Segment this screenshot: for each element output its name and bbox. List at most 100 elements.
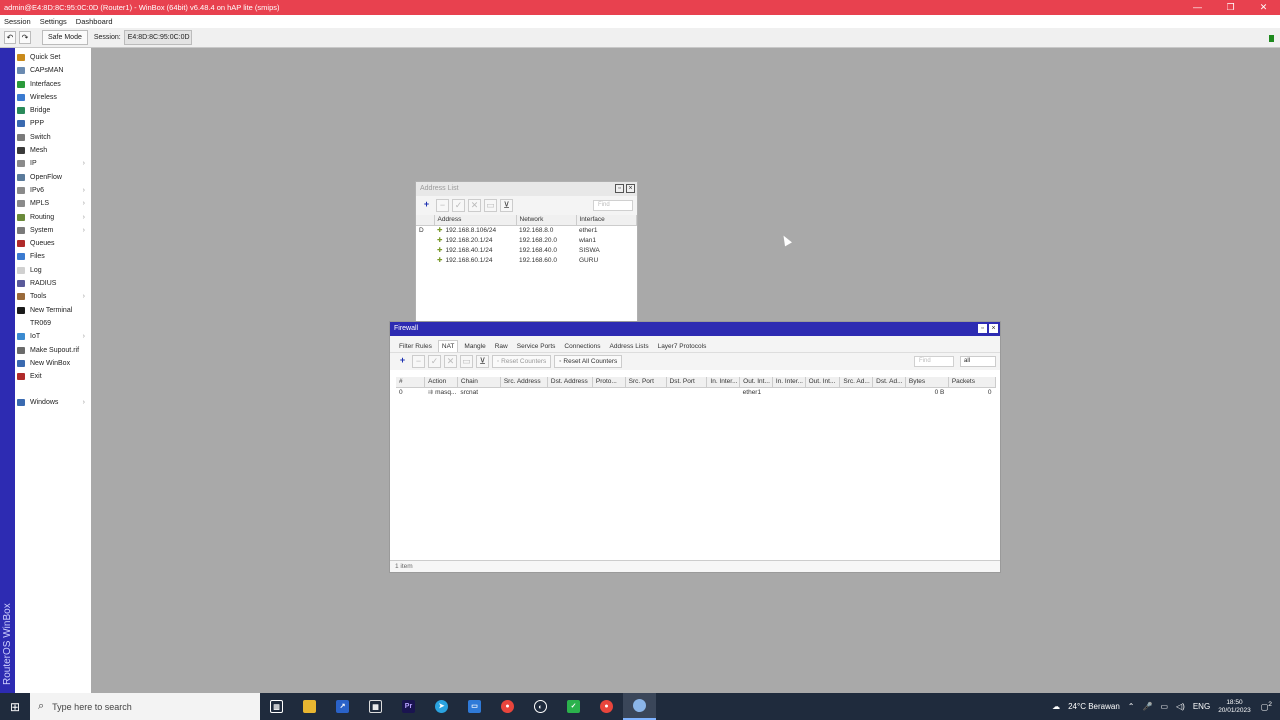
table-row[interactable]: 0 ⇉ masq... srcnat ether1 0 B 0 [396, 387, 996, 397]
col-src-address[interactable]: Src. Address [500, 377, 548, 388]
col-in-inter-[interactable]: In. Inter... [706, 377, 741, 388]
add-icon[interactable]: + [396, 355, 409, 368]
sidebar-item-new-terminal[interactable]: New Terminal [15, 304, 91, 317]
sidebar-item-mesh[interactable]: Mesh [15, 144, 91, 157]
tab-connections[interactable]: Connections [561, 341, 603, 352]
language-indicator[interactable]: ENG [1193, 702, 1210, 711]
filter-icon[interactable]: ⊻ [500, 199, 513, 212]
menu-session[interactable]: Session [4, 15, 31, 28]
close-icon[interactable]: × [626, 184, 635, 193]
telegram-icon[interactable]: ➤ [425, 693, 458, 720]
tab-raw[interactable]: Raw [492, 341, 511, 352]
remove-icon[interactable]: − [412, 355, 425, 368]
sidebar-item-openflow[interactable]: OpenFlow [15, 171, 91, 184]
sidebar-item-log[interactable]: Log [15, 264, 91, 277]
safe-mode-button[interactable]: Safe Mode [42, 30, 88, 45]
col-number[interactable]: # [396, 377, 426, 388]
weather-icon[interactable]: ☁ [1052, 702, 1060, 711]
restore-icon[interactable]: ▫ [615, 184, 624, 193]
col-action[interactable]: Action [424, 377, 458, 388]
table-row[interactable]: ✚ 192.168.40.1/24 192.168.40.0 SISWA [416, 245, 637, 255]
sidebar-item-windows[interactable]: Windows › [15, 396, 91, 409]
sidebar-item-interfaces[interactable]: Interfaces [15, 78, 91, 91]
clock[interactable]: 18:50 20/01/2023 [1218, 699, 1251, 715]
disable-icon[interactable]: ✕ [444, 355, 457, 368]
tab-mangle[interactable]: Mangle [461, 341, 488, 352]
col-dst-address[interactable]: Dst. Address [547, 377, 593, 388]
chrome-profile-icon[interactable]: ● [590, 693, 623, 720]
app-window-icon[interactable]: ▭ [458, 693, 491, 720]
close-icon[interactable]: × [989, 324, 998, 333]
app-circle-icon[interactable]: ◐ [524, 693, 557, 720]
file-explorer-icon[interactable] [293, 693, 326, 720]
sidebar-item-ip[interactable]: IP › [15, 157, 91, 170]
microphone-icon[interactable]: 🎤 [1142, 702, 1152, 711]
address-find-input[interactable]: Find [593, 200, 633, 211]
sidebar-item-exit[interactable]: Exit [15, 370, 91, 383]
col-bytes[interactable]: Bytes [905, 377, 949, 388]
maximize-button[interactable]: ❐ [1214, 0, 1247, 15]
col-flag[interactable] [416, 215, 435, 226]
winbox-taskbar-icon[interactable] [623, 693, 656, 720]
sidebar-item-bridge[interactable]: Bridge [15, 104, 91, 117]
premiere-pro-icon[interactable]: Pr [392, 693, 425, 720]
disable-icon[interactable]: ✕ [468, 199, 481, 212]
redo-icon[interactable]: ↷ [19, 31, 31, 44]
calendar-app-icon[interactable]: ▦ [359, 693, 392, 720]
table-row[interactable]: D ✚ 192.168.8.106/24 192.168.8.0 ether1 [416, 225, 637, 235]
sidebar-item-wireless[interactable]: Wireless [15, 91, 91, 104]
restore-icon[interactable]: ▫ [978, 324, 987, 333]
sidebar-item-mpls[interactable]: MPLS › [15, 197, 91, 210]
sidebar-item-ppp[interactable]: PPP [15, 117, 91, 130]
firewall-find-input[interactable]: Find [914, 356, 954, 367]
sidebar-item-tools[interactable]: Tools › [15, 290, 91, 303]
tab-layer7-protocols[interactable]: Layer7 Protocols [655, 341, 710, 352]
col-in-inter-[interactable]: In. Inter... [772, 377, 806, 388]
sidebar-item-system[interactable]: System › [15, 224, 91, 237]
sidebar-item-switch[interactable]: Switch [15, 131, 91, 144]
comment-icon[interactable]: ▭ [484, 199, 497, 212]
chrome-icon[interactable]: ● [491, 693, 524, 720]
col-src-port[interactable]: Src. Port [625, 377, 667, 388]
col-address[interactable]: Address [434, 215, 517, 226]
sidebar-item-new-winbox[interactable]: New WinBox [15, 357, 91, 370]
sidebar-item-quick-set[interactable]: Quick Set [15, 51, 91, 64]
col-network[interactable]: Network [516, 215, 577, 226]
col-src-ad-[interactable]: Src. Ad... [839, 377, 874, 388]
sidebar-item-capsman[interactable]: CAPsMAN [15, 64, 91, 77]
col-dst-port[interactable]: Dst. Port [666, 377, 708, 388]
tab-filter-rules[interactable]: Filter Rules [396, 341, 435, 352]
weather-text[interactable]: 24°C Berawan [1068, 702, 1120, 711]
address-list-titlebar[interactable]: Address List ▫ × [416, 182, 637, 196]
sidebar-item-iot[interactable]: IoT › [15, 330, 91, 343]
col-out-int-[interactable]: Out. Int... [739, 377, 773, 388]
minimize-button[interactable]: — [1181, 0, 1214, 15]
reset-counters-button[interactable]: ◦ Reset Counters [492, 355, 552, 368]
tab-address-lists[interactable]: Address Lists [607, 341, 652, 352]
taskbar-search-box[interactable]: ⌕ Type here to search [30, 693, 260, 720]
volume-icon[interactable]: ◁) [1176, 702, 1185, 711]
app-green-icon[interactable]: ✓ [557, 693, 590, 720]
filter-select[interactable]: all [960, 356, 996, 367]
col-packets[interactable]: Packets [948, 377, 997, 388]
session-field[interactable]: E4:8D:8C:95:0C:0D [123, 30, 192, 45]
col-proto-[interactable]: Proto... [592, 377, 626, 388]
sidebar-item-ipv6[interactable]: IPv6 › [15, 184, 91, 197]
enable-icon[interactable]: ✓ [428, 355, 441, 368]
menu-dashboard[interactable]: Dashboard [76, 15, 113, 28]
sidebar-item-make-supout-rif[interactable]: Make Supout.rif [15, 344, 91, 357]
sidebar-item-files[interactable]: Files [15, 250, 91, 263]
menu-settings[interactable]: Settings [40, 15, 67, 28]
tab-service-ports[interactable]: Service Ports [514, 341, 559, 352]
filter-icon[interactable]: ⊻ [476, 355, 489, 368]
sidebar-item-routing[interactable]: Routing › [15, 211, 91, 224]
table-row[interactable]: ✚ 192.168.20.1/24 192.168.20.0 wlan1 [416, 235, 637, 245]
col-interface[interactable]: Interface [576, 215, 637, 226]
windows-start-icon[interactable]: ⊞ [0, 693, 30, 720]
tab-nat[interactable]: NAT [437, 340, 459, 352]
task-view-icon[interactable]: ▥ [260, 693, 293, 720]
undo-icon[interactable]: ↶ [4, 31, 16, 44]
table-row[interactable]: ✚ 192.168.60.1/24 192.168.60.0 GURU [416, 255, 637, 265]
app-blue-icon[interactable]: ↗ [326, 693, 359, 720]
enable-icon[interactable]: ✓ [452, 199, 465, 212]
